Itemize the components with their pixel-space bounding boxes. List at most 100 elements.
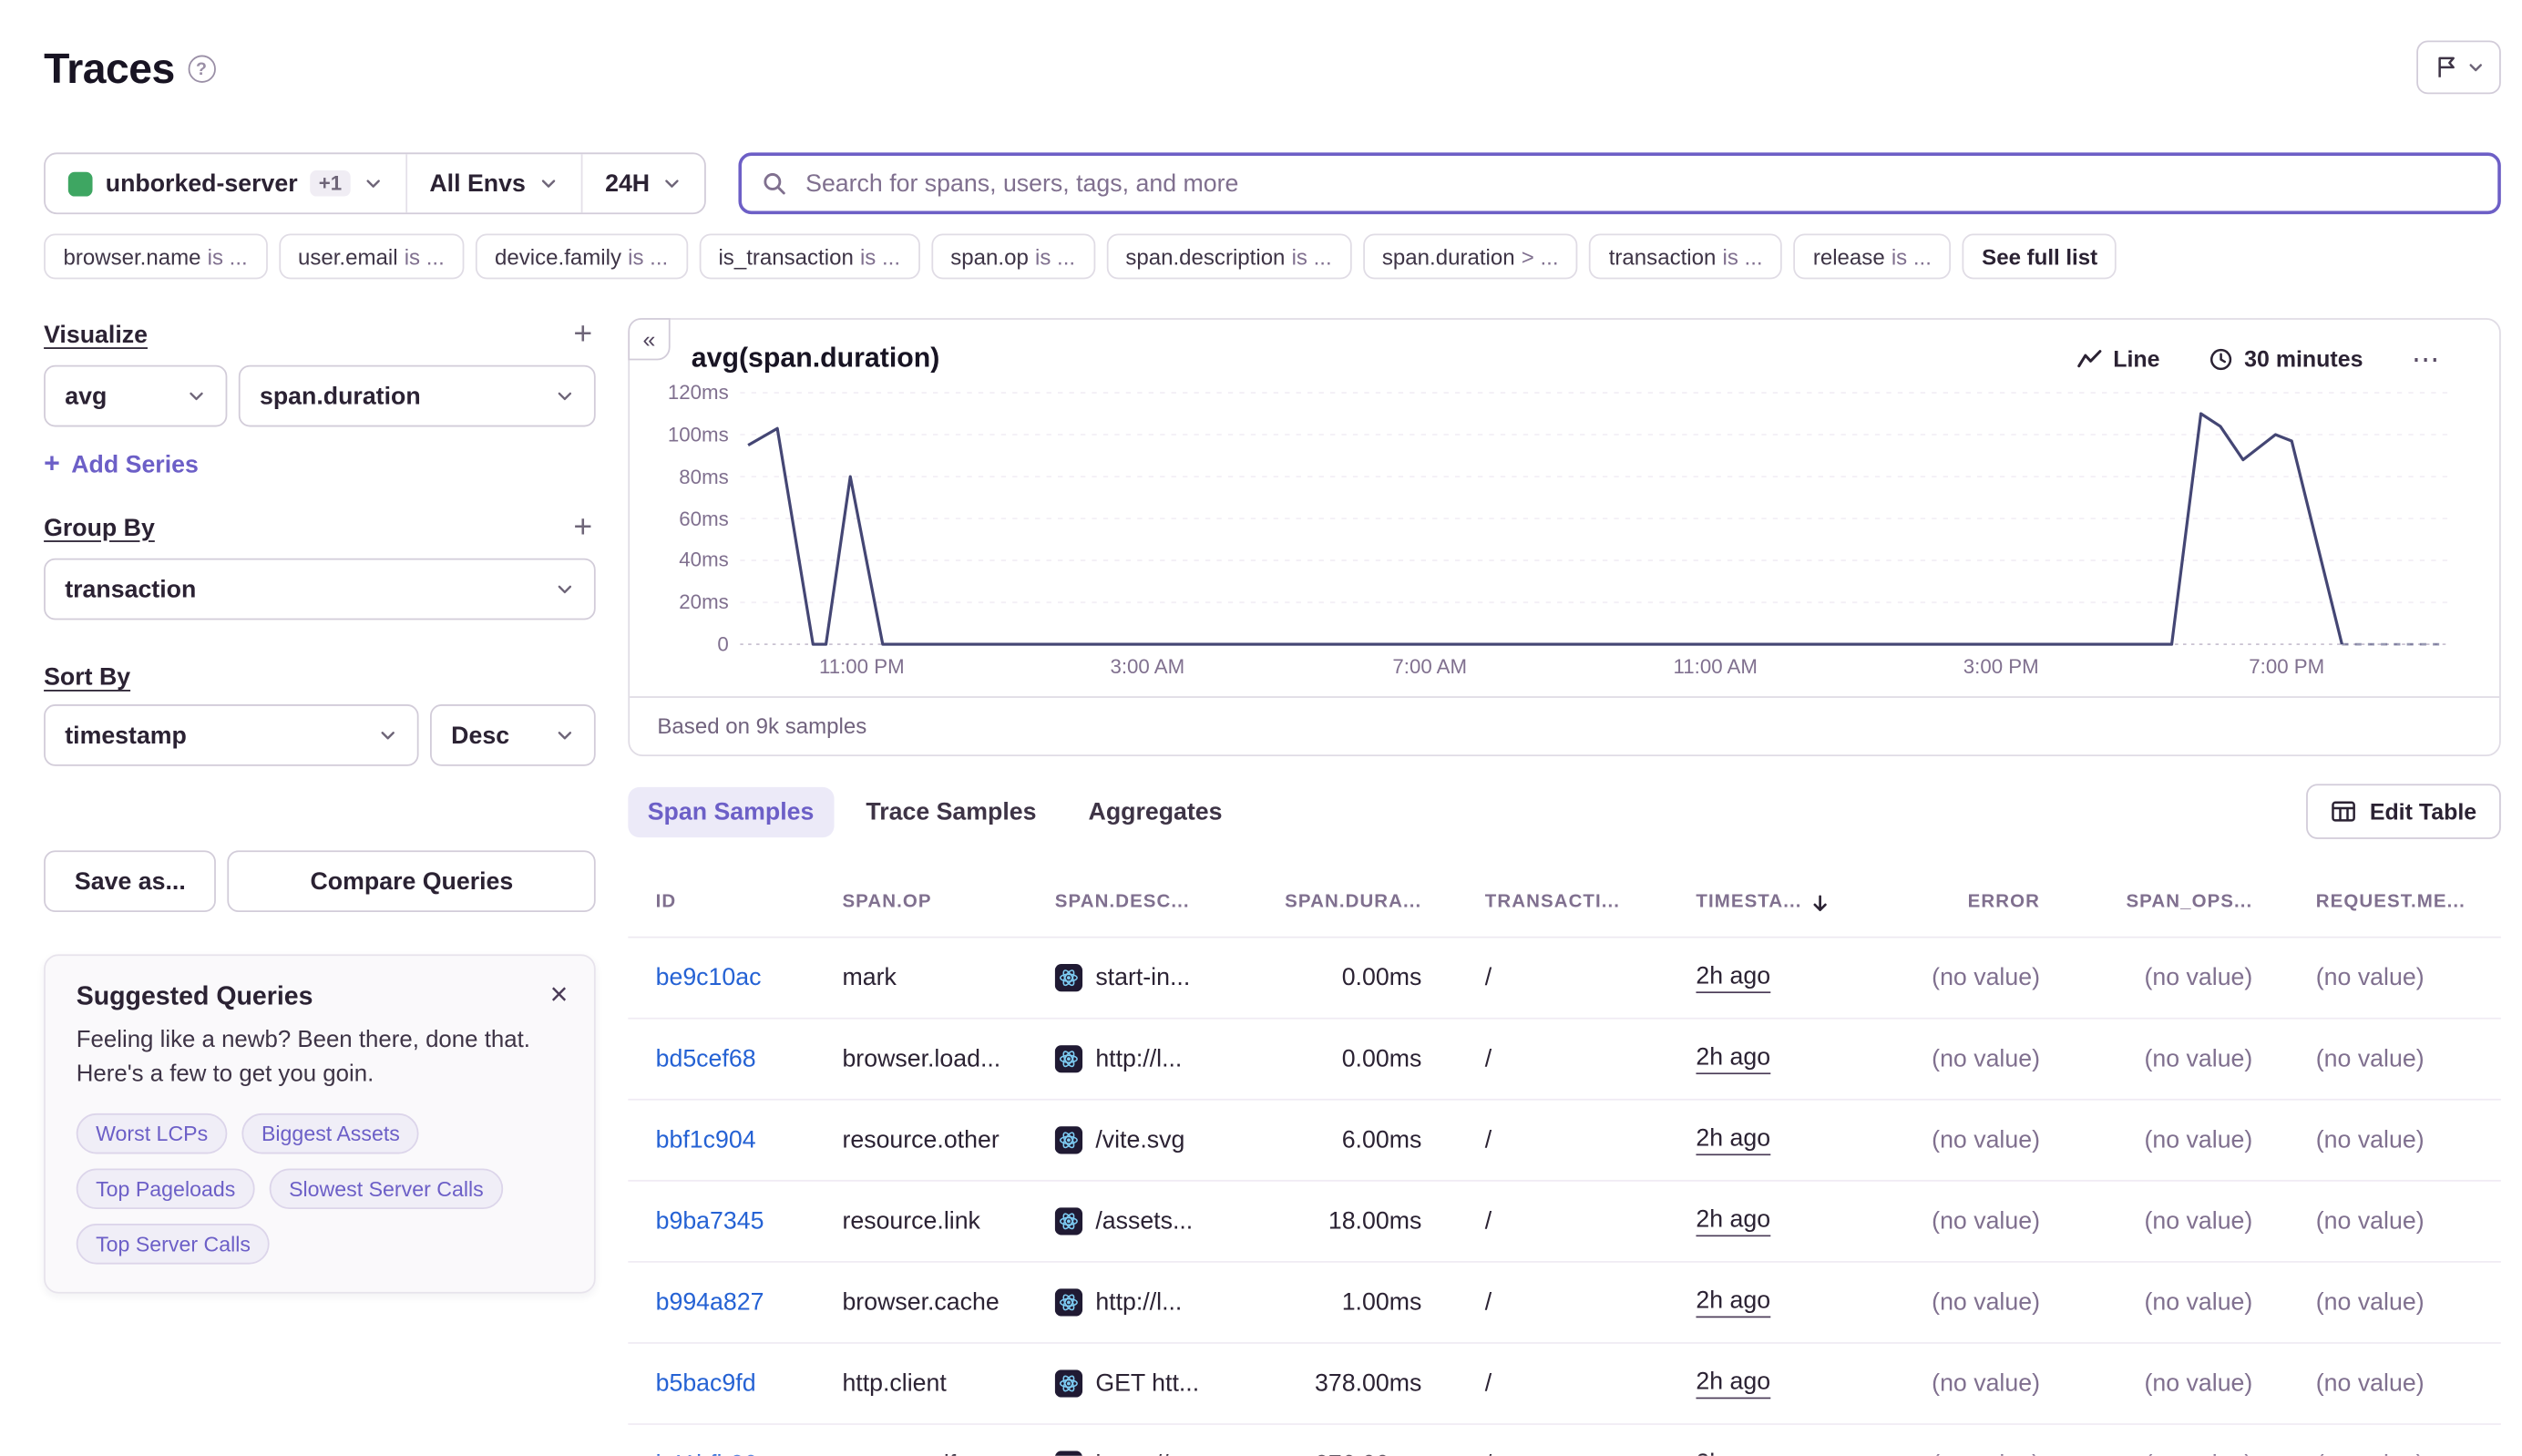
column-header[interactable]: ERROR	[1915, 893, 2040, 912]
filter-chip[interactable]: device.familyis ...	[476, 233, 688, 279]
filter-chip[interactable]: span.duration> ...	[1363, 233, 1578, 279]
y-axis-label: 40ms	[679, 549, 728, 572]
search-input[interactable]	[803, 168, 2478, 199]
span-id-link[interactable]: b994a827	[656, 1288, 764, 1316]
chart-interval-button[interactable]: 30 minutes	[2199, 344, 2373, 374]
no-value-text: (no value)	[2145, 1126, 2253, 1154]
span-samples-table: IDSPAN.OPSPAN.DESC...SPAN.DURA...TRANSAC…	[628, 868, 2501, 1456]
search-bar	[739, 152, 2501, 214]
tab-aggregates[interactable]: Aggregates	[1069, 786, 1242, 836]
x-axis: 11:00 PM3:00 AM7:00 AM11:00 AM3:00 PM7:0…	[740, 651, 2450, 686]
filter-chip[interactable]: releaseis ...	[1793, 233, 1951, 279]
collapse-sidebar-button[interactable]: «	[628, 318, 670, 360]
span-id-link[interactable]: b9ba7345	[656, 1207, 764, 1235]
suggested-query-chip[interactable]: Top Pageloads	[77, 1169, 255, 1210]
close-icon: ×	[550, 979, 569, 1012]
tab-trace-samples[interactable]: Trace Samples	[846, 786, 1056, 836]
cell-span-ops: (no value)	[2040, 1126, 2252, 1154]
compare-queries-button[interactable]: Compare Queries	[228, 850, 596, 912]
cell-text: 0.00ms	[1342, 964, 1422, 991]
timestamp-text[interactable]: 2h ago	[1696, 1044, 1770, 1074]
cell-span-ops: (no value)	[2040, 1045, 2252, 1072]
see-full-list-button[interactable]: See full list	[1963, 233, 2117, 279]
save-as-button[interactable]: Save as...	[44, 850, 217, 912]
aggregate-select[interactable]: avg	[44, 365, 227, 427]
no-value-text: (no value)	[1932, 1126, 2040, 1154]
cell-request-method: (no value)	[2252, 1288, 2473, 1316]
close-button[interactable]: ×	[547, 977, 571, 1014]
no-value-text: (no value)	[2145, 1207, 2253, 1235]
feedback-button[interactable]	[2416, 41, 2501, 95]
cell-error: (no value)	[1915, 1045, 2040, 1072]
column-header[interactable]: REQUEST.ME...	[2252, 893, 2473, 912]
cell-text: /	[1485, 1207, 1492, 1235]
cell-timestamp: 2h ago	[1696, 1369, 1914, 1399]
y-axis-label: 20ms	[679, 591, 728, 614]
add-series-button[interactable]: + Add Series	[44, 448, 199, 481]
no-value-text: (no value)	[1932, 1451, 2040, 1455]
span-id-link[interactable]: bd5cef68	[656, 1045, 756, 1072]
column-header[interactable]: TRANSACTI...	[1421, 893, 1696, 912]
column-header[interactable]: TIMESTA...	[1696, 892, 1914, 913]
time-range-selector[interactable]: 24H	[582, 154, 705, 212]
platform-icon	[1055, 1207, 1082, 1235]
cell-id: b994a827	[656, 1288, 843, 1316]
cell-span-ops: (no value)	[2040, 1288, 2252, 1316]
filter-chip[interactable]: user.emailis ...	[279, 233, 465, 279]
cell-id: b9ba7345	[656, 1207, 843, 1235]
help-icon[interactable]: ?	[188, 56, 215, 83]
span-id-link[interactable]: b5bac9fd	[656, 1369, 756, 1397]
timestamp-text[interactable]: 2h ago	[1696, 1206, 1770, 1236]
column-header[interactable]: SPAN_OPS...	[2040, 893, 2252, 912]
group-by-select[interactable]: transaction	[44, 559, 596, 620]
add-group-by-button[interactable]: +	[570, 511, 596, 544]
project-selector[interactable]: unborked-server +1	[46, 154, 407, 212]
cell-error: (no value)	[1915, 1126, 2040, 1154]
cell-text: http.client	[842, 1369, 946, 1397]
sort-direction-select[interactable]: Desc	[430, 704, 596, 766]
edit-table-button[interactable]: Edit Table	[2306, 784, 2500, 839]
tab-span-samples[interactable]: Span Samples	[628, 786, 833, 836]
cell-span-op: resource.other	[842, 1126, 1054, 1154]
chevron-down-icon	[662, 174, 682, 193]
environment-selector[interactable]: All Envs	[406, 154, 582, 212]
filter-chip-op: is ...	[860, 244, 900, 269]
cell-transaction: /	[1421, 1288, 1696, 1316]
sort-field-select[interactable]: timestamp	[44, 704, 418, 766]
cell-span-description: https://...	[1055, 1451, 1273, 1455]
platform-icon	[1055, 1045, 1082, 1072]
suggested-query-chip[interactable]: Slowest Server Calls	[270, 1169, 503, 1210]
column-header[interactable]: SPAN.DESC...	[1055, 893, 1273, 912]
timestamp-text[interactable]: 2h ago	[1696, 1450, 1770, 1455]
column-header[interactable]: SPAN.DURA...	[1272, 893, 1421, 912]
timestamp-text[interactable]: 2h ago	[1696, 1287, 1770, 1318]
suggested-query-chip[interactable]: Biggest Assets	[242, 1113, 420, 1154]
span-id-link[interactable]: b41bfb26	[656, 1451, 757, 1455]
filter-chip[interactable]: is_transactionis ...	[699, 233, 919, 279]
chevron-down-icon	[555, 579, 574, 599]
span-id-link[interactable]: be9c10ac	[656, 964, 762, 991]
field-select[interactable]: span.duration	[239, 365, 596, 427]
cell-span-duration: 276.00ms	[1272, 1451, 1421, 1455]
timestamp-text[interactable]: 2h ago	[1696, 1125, 1770, 1155]
cell-timestamp: 2h ago	[1696, 1206, 1914, 1236]
cell-text: resource.other	[842, 1126, 999, 1154]
timestamp-text[interactable]: 2h ago	[1696, 963, 1770, 993]
column-header[interactable]: SPAN.OP	[842, 893, 1054, 912]
chart-options-button[interactable]: ⋯	[2402, 343, 2450, 374]
filter-chip[interactable]: transactionis ...	[1589, 233, 1782, 279]
no-value-text: (no value)	[2316, 1045, 2425, 1072]
project-extra-badge: +1	[311, 170, 350, 196]
filter-chip[interactable]: span.descriptionis ...	[1106, 233, 1351, 279]
timestamp-text[interactable]: 2h ago	[1696, 1369, 1770, 1399]
filter-chip[interactable]: span.opis ...	[931, 233, 1095, 279]
suggested-query-chip[interactable]: Top Server Calls	[77, 1224, 271, 1265]
cell-span-duration: 378.00ms	[1272, 1369, 1421, 1397]
chart-type-button[interactable]: Line	[2067, 344, 2169, 374]
span-id-link[interactable]: bbf1c904	[656, 1126, 756, 1154]
suggested-query-chip[interactable]: Worst LCPs	[77, 1113, 228, 1154]
group-by-label: Group By	[44, 514, 155, 541]
filter-chip[interactable]: browser.nameis ...	[44, 233, 267, 279]
column-header[interactable]: ID	[656, 893, 843, 912]
add-visualize-button[interactable]: +	[570, 318, 596, 351]
